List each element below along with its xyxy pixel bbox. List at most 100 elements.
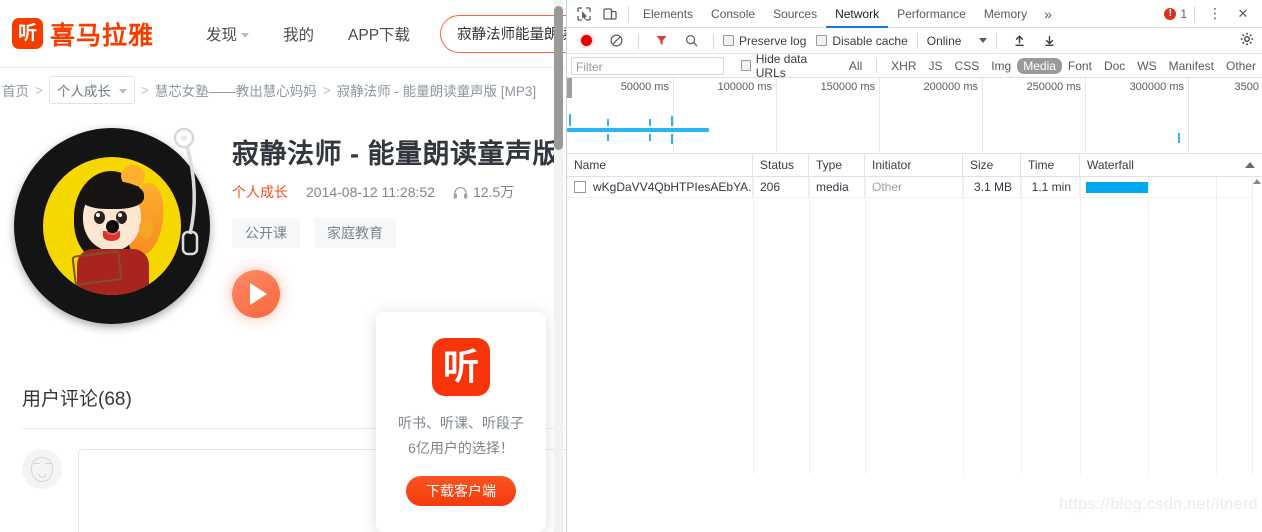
row-status: 206 [753,176,809,198]
disable-cache-checkbox[interactable]: Disable cache [816,34,908,48]
album-section: 寂静法师 - 能量朗读童声版 个人成长 2014-08-12 11:28:52 … [0,112,566,328]
checkbox-box [740,60,751,71]
breadcrumb-current: 寂静法师 - 能量朗读童声版 [MP3] [336,84,537,99]
column-header-initiator[interactable]: Initiator [865,153,963,177]
nav-item-app-download-label: APP下载 [348,26,411,44]
devtools-panel: Elements Console Sources Network Perform… [566,0,1262,532]
column-header-time[interactable]: Time [1021,153,1080,177]
device-toolbar-icon[interactable] [597,1,623,27]
throttling-select[interactable]: Online [927,34,988,48]
chevron-down-icon [979,38,988,43]
filter-type-img[interactable]: Img [985,58,1017,74]
nav-item-app-download[interactable]: APP下载 [348,23,410,45]
page-scrollbar[interactable] [554,0,563,532]
breadcrumb-home[interactable]: 首页 [2,80,29,100]
filter-type-js[interactable]: JS [923,58,949,74]
page-title: 寂静法师 - 能量朗读童声版 [232,139,560,169]
table-row[interactable]: wKgDaVV4QbHTPIesAEbYA... 206 media Other… [567,176,1262,198]
more-tabs-icon[interactable]: » [1036,6,1060,22]
filter-type-media[interactable]: Media [1017,57,1062,74]
network-table-body: wKgDaVV4QbHTPIesAEbYA... 206 media Other… [567,176,1262,474]
tab-console[interactable]: Console [702,0,764,28]
row-time: 1.1 min [1021,176,1080,198]
row-name: wKgDaVV4QbHTPIesAEbYA... [593,179,753,194]
overview-tick-label: 250000 ms [1026,81,1081,93]
waterfall-bar [1086,181,1148,193]
album-plays-count: 12.5万 [472,184,515,200]
page-scrollbar-thumb[interactable] [554,6,563,150]
tab-network[interactable]: Network [826,0,888,28]
overview-tick [776,78,777,153]
settings-gear-icon[interactable] [1240,32,1254,49]
overview-tick [982,78,983,153]
tab-elements[interactable]: Elements [634,0,702,28]
clear-button[interactable] [603,28,629,54]
album-meta-row: 个人成长 2014-08-12 11:28:52 12.5万 [232,182,566,202]
download-client-button[interactable]: 下载客户端 [406,476,516,506]
hide-data-urls-checkbox[interactable]: Hide data URLs [740,52,833,80]
kebab-menu-icon[interactable]: ⋮ [1202,1,1228,27]
vinyl-center-hole [105,219,119,233]
overview-request-bar [567,128,709,132]
filter-type-doc[interactable]: Doc [1098,58,1131,74]
toolbar-divider-4 [996,32,998,49]
nav-item-discover[interactable]: 发现 [206,23,250,45]
scroll-up-icon[interactable] [1253,179,1261,184]
network-table-header: Name Status Type Initiator Size Time Wat… [567,153,1262,177]
column-header-type[interactable]: Type [809,153,865,177]
column-header-size[interactable]: Size [963,153,1021,177]
filter-type-other[interactable]: Other [1220,58,1262,74]
album-category-link[interactable]: 个人成长 [232,182,288,202]
breadcrumb-separator-1: > [35,82,43,98]
site-header: 听 喜马拉雅 发现 我的 APP下载 寂静法师能量朗读 [0,0,566,68]
network-overview-timeline[interactable]: 50000 ms 100000 ms 150000 ms 200000 ms 2… [567,78,1262,154]
album-tag-family-education[interactable]: 家庭教育 [314,218,396,248]
filter-type-ws[interactable]: WS [1131,58,1162,74]
export-har-icon[interactable] [1036,28,1062,54]
preserve-log-checkbox[interactable]: Preserve log [723,34,806,48]
filter-type-manifest[interactable]: Manifest [1163,58,1220,74]
search-input-value: 寂静法师能量朗读童声版 [457,27,566,43]
search-input[interactable]: 寂静法师能量朗读童声版 [440,14,566,53]
web-page-viewport: 听 喜马拉雅 发现 我的 APP下载 寂静法师能量朗读 [0,0,566,532]
overview-event-mark [649,134,651,141]
network-scrollbar[interactable] [1252,177,1262,474]
filter-type-xhr[interactable]: XHR [885,58,922,74]
play-button[interactable] [232,270,280,318]
filter-input[interactable]: Filter [571,56,725,75]
overview-tick-label: 150000 ms [820,81,875,93]
album-cover[interactable] [14,127,220,328]
overview-event-mark [607,119,609,126]
tonearm-icon [173,127,199,256]
download-popup-line2: 6亿用户的选择！ [408,440,514,456]
tab-sources[interactable]: Sources [764,0,826,28]
devtools-tabbar-right: ! 1 ⋮ ✕ [1164,1,1262,27]
chevron-down-icon [118,89,127,94]
row-name-cell[interactable]: wKgDaVV4QbHTPIesAEbYA... [567,176,753,198]
filter-type-font[interactable]: Font [1062,58,1098,74]
record-button[interactable] [573,28,599,54]
row-waterfall [1080,177,1262,198]
close-icon[interactable]: ✕ [1230,1,1256,27]
breadcrumb-album[interactable]: 慧芯女塾——教出慧心妈妈 [155,80,317,100]
tab-memory[interactable]: Memory [975,0,1036,28]
error-count-badge[interactable]: ! 1 [1164,7,1187,21]
breadcrumb-category-select[interactable]: 个人成长 [48,76,135,104]
filter-type-css[interactable]: CSS [949,58,986,74]
row-type: media [809,176,865,198]
filter-type-all[interactable]: All [843,58,868,74]
search-icon[interactable] [678,28,704,54]
column-header-name[interactable]: Name [567,153,753,177]
import-har-icon[interactable] [1006,28,1032,54]
inspect-element-icon[interactable] [571,1,597,27]
column-header-waterfall[interactable]: Waterfall [1080,154,1262,177]
site-logo[interactable]: 听 喜马拉雅 [12,16,154,52]
nav-item-mine[interactable]: 我的 [283,23,314,45]
row-size: 3.1 MB [963,176,1021,198]
chevron-down-icon [241,32,250,38]
filter-icon[interactable] [648,28,674,54]
album-tag-open-course[interactable]: 公开课 [232,218,300,248]
column-header-status[interactable]: Status [753,153,809,177]
tab-performance[interactable]: Performance [888,0,975,28]
devtools-tabbar: Elements Console Sources Network Perform… [567,0,1262,28]
